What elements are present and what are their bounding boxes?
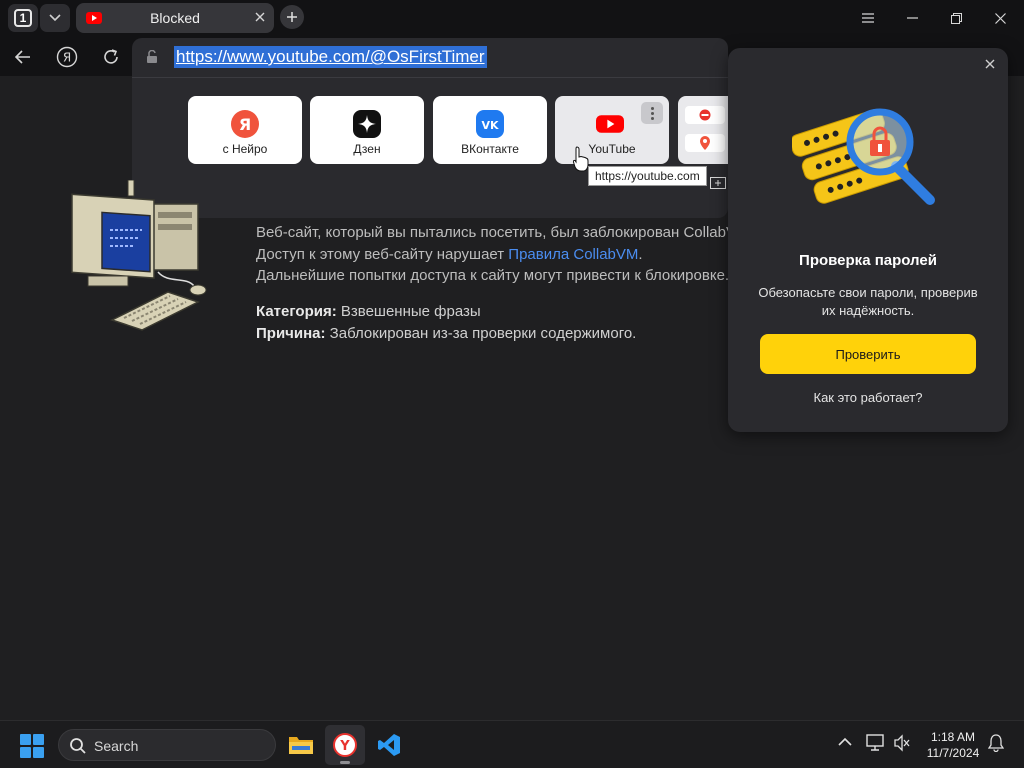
reason-label: Причина: [256,324,326,342]
search-icon [70,738,86,754]
app-icon [685,106,725,124]
tab-list-button[interactable] [40,4,70,32]
youtube-icon [596,110,624,138]
reload-button[interactable] [96,42,126,72]
network-icon[interactable] [866,734,886,752]
svg-text:Я: Я [239,115,251,134]
svg-text:VK: VK [481,119,499,132]
retro-computer-illustration [71,180,207,331]
active-indicator [340,761,350,764]
arrow-left-icon [15,50,30,64]
tab-count-button[interactable]: 1 [8,4,38,32]
title-bar: 1 Blocked [0,0,1024,36]
minimize-icon [906,17,918,19]
system-clock[interactable]: 1:18 AM 11/7/2024 [918,729,988,761]
speed-dial-tile-partial[interactable] [678,96,728,164]
volume-muted-icon[interactable] [893,734,911,752]
popup-description: Обезопасьте свои пароли, проверив их над… [758,285,978,318]
svg-text:Y: Y [339,739,350,754]
map-pin-icon [685,134,725,152]
tile-more-button[interactable] [641,102,663,124]
search-label: Search [94,738,139,754]
address-bar-input[interactable]: https://www.youtube.com/@OsFirstTimer [174,46,487,68]
windows-start-button[interactable] [20,734,44,758]
yandex-icon: Я [231,110,259,138]
blocked-line-1: Веб-сайт, который вы пытались посетить, … [256,224,736,241]
unlock-icon[interactable] [146,50,158,64]
browser-menu-button[interactable] [846,0,890,36]
clock-date: 11/7/2024 [926,746,980,760]
dzen-icon [353,110,381,138]
blocked-message: Веб-сайт, который вы пытались посетить, … [256,222,736,287]
category-label: Категория: [256,303,337,320]
mouse-cursor-hand-icon [573,146,589,172]
reason-row: Причина: Заблокирован из-за проверки сод… [256,323,636,345]
hamburger-menu-icon [862,13,874,23]
restore-button[interactable] [934,0,978,36]
how-it-works-link[interactable]: Как это работает? [728,390,1008,405]
back-button[interactable] [8,42,38,72]
vk-icon: VK [476,110,504,138]
chevron-down-icon [49,14,61,22]
blocked-line-2-end: . [638,245,643,263]
close-window-button[interactable] [978,0,1022,36]
speed-dial-tile-vk[interactable]: VK ВКонтакте [433,96,547,164]
close-icon [994,12,1006,24]
tab-title: Blocked [150,10,200,26]
tab-blocked[interactable]: Blocked [76,3,274,33]
tile-label: ВКонтакте [461,142,519,156]
block-details: Категория: Взвешенные фразы Причина: Заб… [256,301,636,344]
yandex-home-button[interactable]: Я [52,42,82,72]
tile-label: Дзен [353,142,381,156]
restore-icon [950,12,962,24]
blocked-line-2: Доступ к этому веб-сайту нарушает Правил… [256,244,736,266]
close-icon[interactable] [254,11,266,23]
vscode-taskbar-button[interactable] [369,725,409,765]
expand-icon[interactable] [710,177,726,189]
folder-icon [289,737,313,754]
category-value: Взвешенные фразы [336,303,481,320]
blocked-line-2-text: Доступ к этому веб-сайту нарушает [256,245,509,263]
svg-text:Я: Я [63,51,71,65]
chevron-up-icon[interactable] [838,737,852,747]
category-row: Категория: Взвешенные фразы [256,301,636,323]
clock-time: 1:18 AM [930,730,976,744]
plus-icon [287,12,297,22]
minimize-button[interactable] [890,0,934,36]
tile-label: с Нейро [222,142,268,156]
vscode-icon [378,734,400,756]
popup-title: Проверка паролей [799,252,937,269]
collabvm-rules-link[interactable]: Правила CollabVM [508,246,638,263]
taskbar: Search Y 1:18 AM 11/7/2024 [0,720,1024,768]
yandex-browser-taskbar-button[interactable]: Y [325,725,365,765]
password-check-popup: Проверка паролей Обезопасьте свои пароли… [728,48,1008,432]
speed-dial-tile-neiro[interactable]: Я с Нейро [188,96,302,164]
new-tab-button[interactable] [280,5,304,29]
url-tooltip: https://youtube.com [588,166,707,186]
yandex-browser-icon: Y [333,733,357,757]
file-explorer-taskbar-button[interactable] [281,725,321,765]
check-passwords-button[interactable]: Проверить [760,334,976,374]
close-icon [985,59,995,69]
taskbar-search[interactable]: Search [58,729,276,761]
omnibox-divider [132,77,728,78]
popup-close-button[interactable] [982,56,998,72]
tab-count: 1 [14,9,32,27]
yandex-logo-icon: Я [56,46,78,68]
blocked-line-3: Дальнейшие попытки доступа к сайту могут… [256,267,730,284]
reason-value: Заблокирован из-за проверки содержимого. [325,324,637,342]
reload-icon [104,49,118,64]
speed-dial-tile-dzen[interactable]: Дзен [310,96,424,164]
notification-bell-icon[interactable] [988,734,1004,752]
password-magnifier-illustration [792,108,935,205]
